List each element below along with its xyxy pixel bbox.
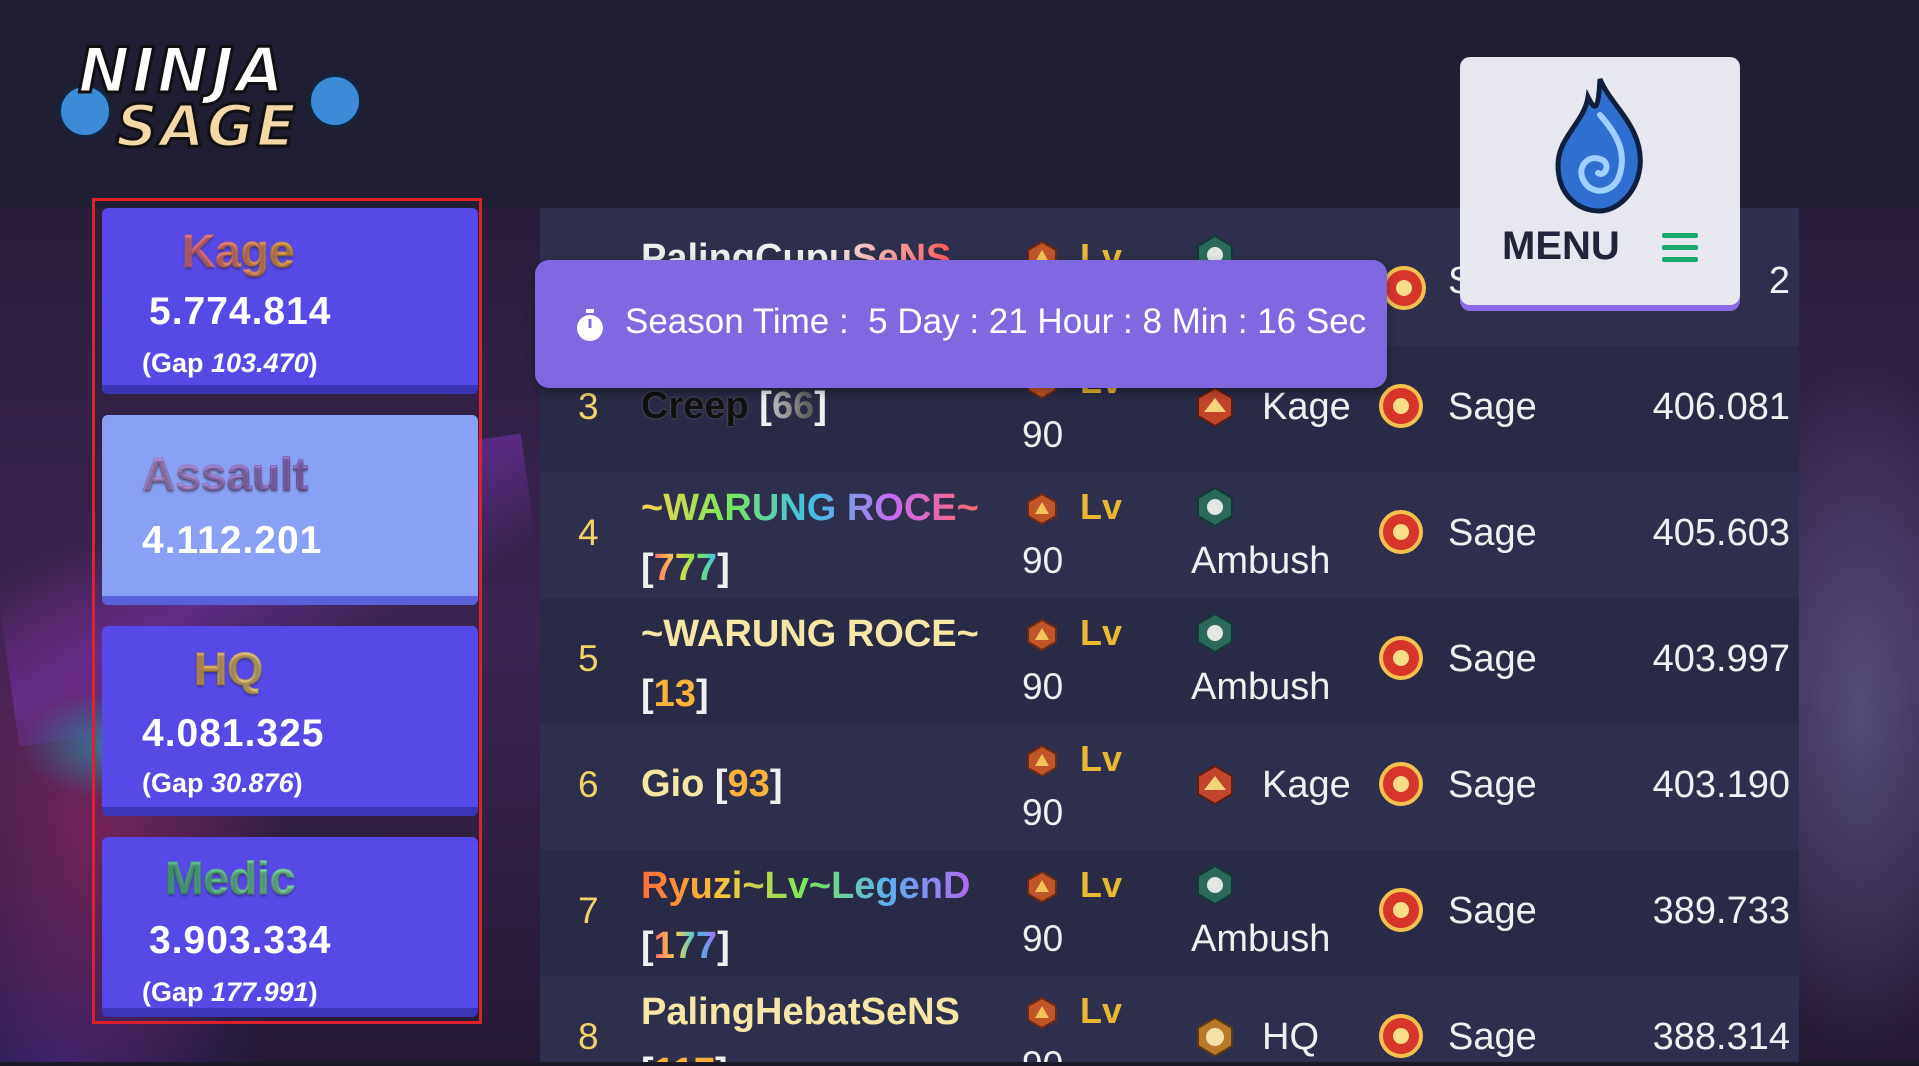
player-name[interactable]: ~WARUNG ROCE~ [13] [641,604,1011,724]
rank-number: 8 [578,1016,599,1057]
sage-class-icon [1377,760,1425,808]
season-time-banner: Season Time : 5 Day : 21 Hour : 8 Min : … [535,260,1387,388]
squad-card-gap: (Gap 177.991) [142,977,318,1007]
sage-class-icon [1377,886,1425,934]
squad-card-gap: (Gap 30.876) [142,768,303,798]
leaderboard-row[interactable]: 7 Ryuzi~Lv~LegenD [177] Lv 90 Ambush Sage 389.7… [540,850,1799,976]
sage-class-icon [1377,1012,1425,1060]
leaderboard-row[interactable]: 8PalingHebatSeNS[117]Lv90HQSage388.314 [540,976,1799,1066]
level-label: Lv [1080,486,1123,527]
rank-number: 7 [578,890,599,931]
sage-class-icon [1377,382,1425,430]
bottom-edge [0,1062,1919,1066]
class-name: Sage [1448,1016,1537,1058]
ninja-sage-logo[interactable]: NINJA SAGE [58,33,362,164]
leaderboard-row[interactable]: 6 Gio [93] Lv 90 Kage Sage 403.190 [540,724,1799,850]
leaderboard-row[interactable]: 4 ~WARUNG ROCE~ [777] Lv 90 Ambush Sage 405.603 [540,472,1799,598]
squad-card-title: Medic [164,852,296,905]
rank-number: 5 [578,638,599,679]
stopwatch-icon [577,309,603,341]
logo-text-bottom: SAGE [115,91,298,162]
rank-number: 6 [578,764,599,805]
player-score: 388.314 [1652,1016,1790,1058]
level-label: Lv [1080,990,1123,1031]
level-badge-icon [1025,744,1059,778]
leaderboard-row[interactable]: 5 ~WARUNG ROCE~ [13] Lv 90 Ambush Sage 403.997 [540,598,1799,724]
level-badge-icon [1025,870,1059,904]
level-label: Lv [1080,738,1123,779]
player-level: 90 [1022,540,1064,581]
ambush-rank-icon [1194,864,1236,906]
sage-class-icon [1377,634,1425,682]
player-name[interactable]: PalingHebatSeNS[117] [641,982,1011,1066]
class-name: Sage [1448,512,1537,554]
squad-card-value: 4.112.201 [142,519,323,562]
squad-name: Ambush [1191,540,1331,582]
player-name[interactable]: ~WARUNG ROCE~ [777] [641,478,1011,598]
player-level: 90 [1022,918,1064,959]
squad-card-medic[interactable]: Medic 3.903.334 (Gap 177.991) [102,837,478,1017]
menu-label: MENU [1502,224,1620,268]
squad-score-sidebar: Kage 5.774.814 (Gap 103.470) Assault 4.1… [92,198,482,1024]
blue-flame-icon [1555,78,1643,214]
squad-name: Kage [1262,764,1351,806]
player-name[interactable]: Gio [93] [641,754,1011,814]
ambush-rank-icon [1194,612,1236,654]
player-score: 406.081 [1652,386,1790,428]
rank-number: 3 [578,386,599,427]
squad-name: HQ [1262,1016,1319,1058]
squad-card-assault[interactable]: Assault 4.112.201 [102,415,478,605]
rank-number: 4 [578,512,599,553]
squad-card-value: 3.903.334 [149,919,332,962]
hamburger-icon [1662,233,1698,263]
class-name: Sage [1448,890,1537,932]
squad-name: Kage [1262,386,1351,428]
class-name: Sage [1448,386,1537,428]
player-score: 403.997 [1652,638,1790,680]
player-score: 389.733 [1652,890,1790,932]
hq-rank-icon [1194,1016,1236,1058]
kage-rank-icon [1194,386,1236,428]
kage-rank-icon [1194,764,1236,806]
player-score: 403.190 [1652,764,1790,806]
squad-name: Ambush [1191,666,1331,708]
squad-card-title: Assault [141,448,309,501]
squad-card-value: 4.081.325 [142,712,325,755]
squad-card-gap: (Gap 103.470) [142,348,318,378]
player-level: 90 [1022,666,1064,707]
squad-card-hq[interactable]: HQ 4.081.325 (Gap 30.876) [102,626,478,816]
ambush-rank-icon [1194,486,1236,528]
logo-swirl-right-icon [308,74,362,128]
level-label: Lv [1080,612,1123,653]
class-name: Sage [1448,638,1537,680]
sage-class-icon [1382,266,1426,310]
squad-card-value: 5.774.814 [149,290,332,333]
squad-card-title: Kage [181,225,295,278]
sage-class-icon [1377,508,1425,556]
level-label: Lv [1080,864,1123,905]
squad-card-title: HQ [194,643,264,696]
level-badge-icon [1025,996,1059,1030]
level-badge-icon [1025,492,1059,526]
player-level: 90 [1022,414,1064,455]
player-name[interactable]: Ryuzi~Lv~LegenD [177] [641,856,1011,976]
season-time-text: Season Time : 5 Day : 21 Hour : 8 Min : … [625,302,1367,341]
player-score: 405.603 [1652,512,1790,554]
squad-name: Ambush [1191,918,1331,960]
player-level: 90 [1022,792,1064,833]
menu-button[interactable]: MENU [1460,57,1740,305]
squad-card-kage[interactable]: Kage 5.774.814 (Gap 103.470) [102,208,478,394]
class-name: Sage [1448,764,1537,806]
level-badge-icon [1025,618,1059,652]
